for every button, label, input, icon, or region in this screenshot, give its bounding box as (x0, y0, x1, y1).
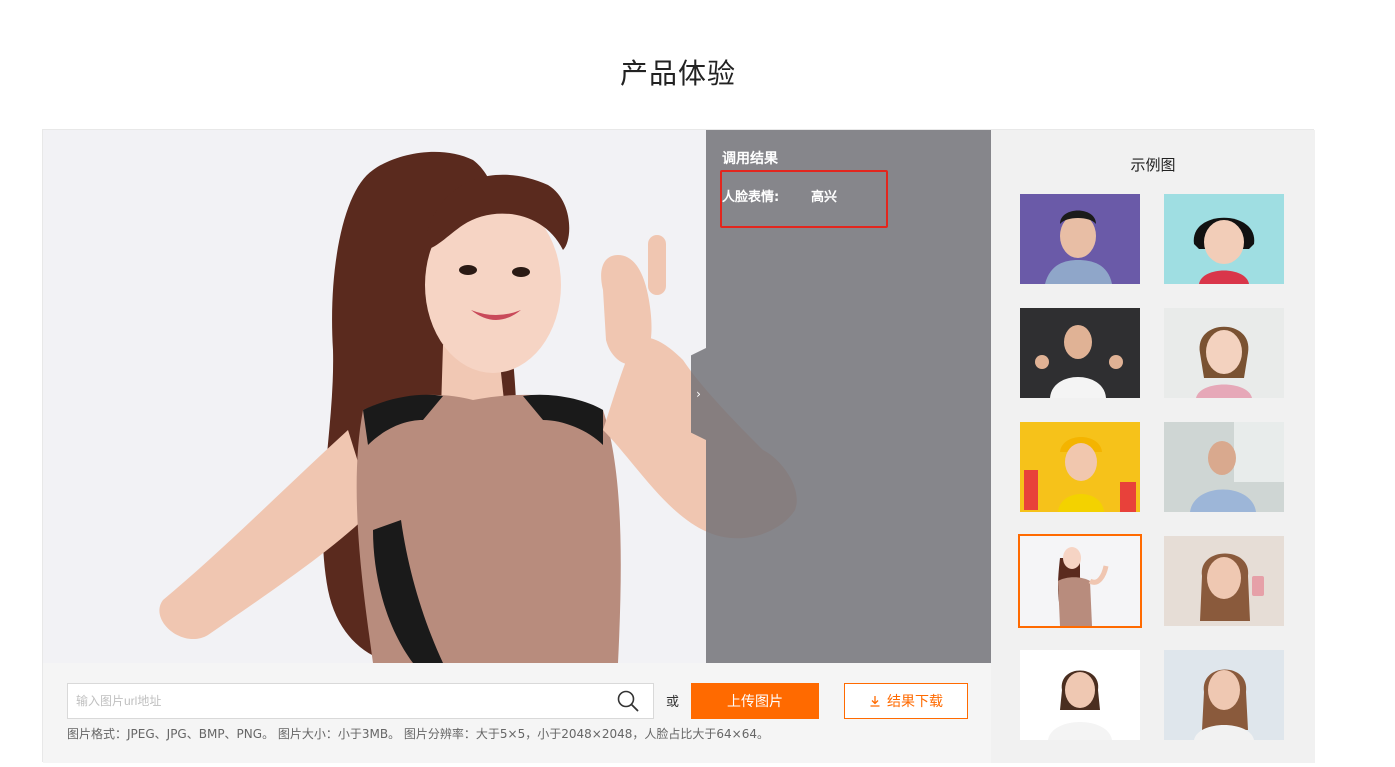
panel-toggle[interactable]: › (691, 348, 706, 440)
gallery-title: 示例图 (1130, 156, 1176, 174)
upload-button[interactable]: 上传图片 (691, 683, 819, 719)
chevron-right-icon: › (696, 387, 701, 401)
gallery-thumb-7[interactable] (1018, 534, 1142, 628)
image-stage: 调用结果 人脸表情: 高兴 › (43, 130, 991, 663)
download-icon (870, 696, 880, 707)
gallery-thumb-10[interactable] (1164, 650, 1284, 740)
gallery-thumb-1[interactable] (1020, 194, 1140, 284)
expression-label: 人脸表情: (722, 190, 780, 205)
controls-bar: 或 上传图片 结果下载 图片格式：JPEG、JPG、BMP、PNG。 图片大小：… (43, 663, 991, 763)
gallery-thumb-5[interactable] (1020, 422, 1140, 512)
result-title: 调用结果 (722, 151, 778, 167)
result-panel: 调用结果 人脸表情: 高兴 (706, 130, 991, 663)
gallery-thumb-3[interactable] (1020, 308, 1140, 398)
expression-value: 高兴 (811, 190, 838, 205)
gallery-thumb-8[interactable] (1164, 536, 1284, 626)
gallery-thumb-2[interactable] (1164, 194, 1284, 284)
search-icon[interactable] (617, 690, 639, 712)
upload-hint: 图片格式：JPEG、JPG、BMP、PNG。 图片大小：小于3MB。 图片分辨率… (67, 727, 769, 741)
url-input[interactable] (68, 684, 608, 718)
download-button[interactable]: 结果下载 (844, 683, 968, 719)
page-title: 产品体验 (619, 57, 736, 90)
example-gallery: 示例图 (991, 130, 1315, 763)
or-label: 或 (666, 695, 680, 710)
download-label: 结果下载 (887, 693, 943, 709)
url-input-wrap (67, 683, 654, 719)
gallery-thumb-9[interactable] (1020, 650, 1140, 740)
gallery-thumb-4[interactable] (1164, 308, 1284, 398)
product-demo: 调用结果 人脸表情: 高兴 › 或 上传图片 结果下载 图片格式：JPEG、JP… (42, 129, 1315, 763)
gallery-thumb-6[interactable] (1164, 422, 1284, 512)
